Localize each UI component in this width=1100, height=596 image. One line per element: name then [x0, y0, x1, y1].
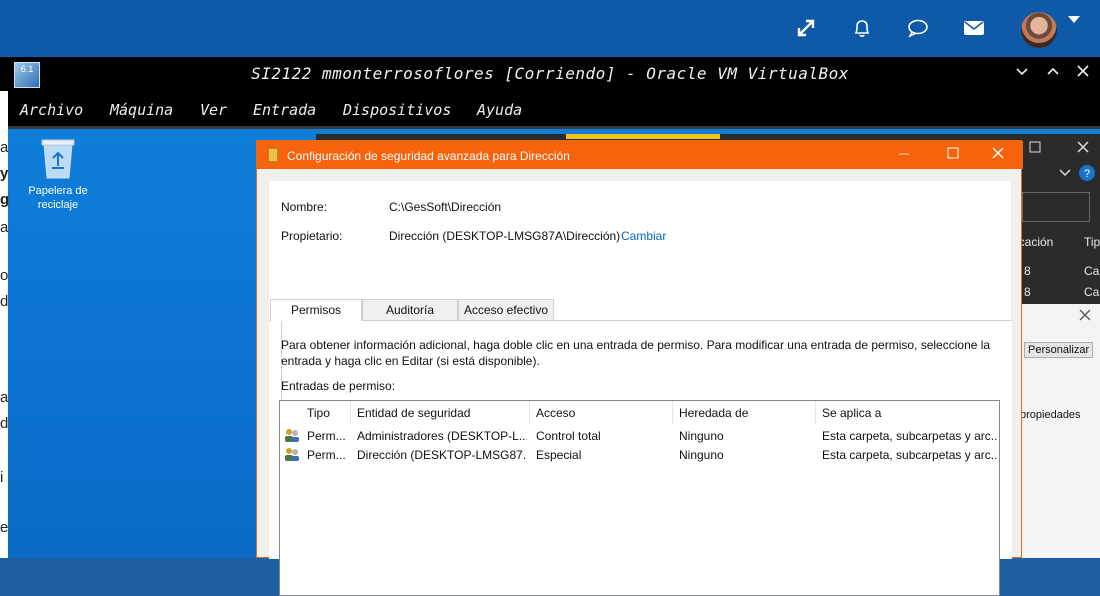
cell-tipo: Perm...	[307, 448, 346, 462]
strip-char: d	[0, 293, 9, 310]
window-title: SI2122 mmonterrosoflores [Corriendo] - O…	[251, 64, 849, 83]
chevron-up-icon[interactable]	[1043, 64, 1063, 84]
menu-maquina[interactable]: Máquina	[110, 101, 173, 119]
expand-icon[interactable]	[792, 14, 820, 42]
dialog-title: Configuración de seguridad avanzada para…	[287, 149, 570, 163]
accent-bar	[566, 134, 720, 139]
bell-icon[interactable]	[848, 14, 876, 42]
strip-char: o	[0, 267, 9, 284]
personalizar-button[interactable]: Personalizar	[1024, 342, 1094, 358]
strip-char: i	[0, 469, 4, 486]
chevron-down-icon[interactable]	[1012, 64, 1032, 84]
propiedades-label: propiedades	[1020, 409, 1081, 421]
column-header-entidad[interactable]: Entidad de seguridad	[351, 401, 530, 425]
cell: 8	[1024, 285, 1031, 299]
strip-char: g	[0, 191, 10, 208]
users-icon	[284, 428, 300, 442]
chevron-down-icon[interactable]	[1068, 16, 1080, 23]
recycle-bin[interactable]: Papelera de reciclaje	[28, 136, 88, 212]
help-icon[interactable]: ?	[1056, 164, 1096, 182]
name-label: Nombre:	[281, 200, 328, 214]
menu-dispositivos[interactable]: Dispositivos	[343, 101, 451, 119]
permission-entries-list[interactable]: Tipo Entidad de seguridad Acceso Heredad…	[279, 400, 1000, 596]
maximize-icon[interactable]	[943, 146, 963, 163]
vbox-title-bar: 6.1 SI2122 mmonterrosoflores [Corriendo]…	[0, 57, 1100, 91]
tab-acceso-efectivo[interactable]: Acceso efectivo	[458, 299, 554, 321]
close-icon[interactable]	[1073, 64, 1093, 84]
mail-icon[interactable]	[960, 14, 988, 42]
menu-entrada[interactable]: Entrada	[253, 101, 316, 119]
background-panel: Personalizar propiedades	[1010, 304, 1100, 558]
cell-aplica: Esta carpeta, subcarpetas y arc...	[822, 429, 997, 443]
cell-tipo: Perm...	[307, 429, 346, 443]
window-controls	[1022, 136, 1100, 158]
svg-text:?: ?	[1084, 168, 1090, 180]
entries-label: Entradas de permiso:	[281, 379, 396, 393]
cell-entidad: Administradores (DESKTOP-L...	[357, 429, 527, 443]
tab-permisos[interactable]: Permisos	[270, 299, 362, 322]
dialog-title-bar: Configuración de seguridad avanzada para…	[257, 141, 1023, 169]
background-page-strip: a y g a o d a d i e	[0, 91, 10, 558]
cell-heredada: Ninguno	[679, 448, 724, 462]
change-owner-link[interactable]: Cambiar	[621, 229, 666, 243]
cell-aplica: Esta carpeta, subcarpetas y arc...	[822, 448, 997, 462]
minimize-icon[interactable]	[894, 146, 914, 163]
lock-icon	[268, 148, 278, 162]
recycle-bin-label: Papelera de reciclaje	[28, 185, 88, 211]
close-icon[interactable]	[988, 146, 1008, 163]
users-icon	[284, 447, 300, 461]
cell-entidad: Dirección (DESKTOP-LMSG87...	[357, 448, 527, 462]
owner-label: Propietario:	[281, 229, 343, 243]
menu-ayuda[interactable]: Ayuda	[477, 101, 522, 119]
cell: 8	[1024, 264, 1031, 278]
strip-char: a	[0, 139, 9, 156]
avatar[interactable]	[1021, 12, 1057, 48]
strip-char: a	[0, 389, 9, 406]
recycle-bin-icon	[39, 136, 77, 180]
security-dialog: Configuración de seguridad avanzada para…	[256, 140, 1023, 596]
cell-acceso: Especial	[536, 448, 582, 462]
strip-char: a	[0, 219, 9, 236]
column-header: Tip	[1084, 235, 1100, 249]
menu-ver[interactable]: Ver	[200, 101, 227, 119]
info-text: Para obtener información adicional, haga…	[281, 338, 991, 368]
cell: Ca	[1084, 285, 1100, 299]
chat-icon[interactable]	[904, 14, 932, 42]
search-input[interactable]	[1022, 192, 1090, 222]
strip-char: y	[0, 165, 9, 182]
column-header-acceso[interactable]: Acceso	[530, 401, 673, 425]
tab-auditoria[interactable]: Auditoría	[362, 299, 458, 321]
dialog-body: Nombre: C:\GesSoft\Dirección Propietario…	[269, 181, 1012, 596]
menu-archivo[interactable]: Archivo	[20, 101, 83, 119]
close-icon[interactable]	[1078, 308, 1092, 327]
cell-heredada: Ninguno	[679, 429, 724, 443]
owner-value: Dirección (DESKTOP-LMSG87A\Dirección)	[389, 229, 621, 243]
name-value: C:\GesSoft\Dirección	[389, 200, 502, 214]
cell: Ca	[1084, 264, 1100, 278]
column-header-tipo[interactable]: Tipo	[301, 401, 351, 425]
top-bar	[0, 0, 1100, 57]
vbox-menu-bar: Archivo Máquina Ver Entrada Dispositivos…	[0, 91, 1100, 126]
column-header-heredada[interactable]: Heredada de	[673, 401, 816, 425]
column-header-aplica[interactable]: Se aplica a	[816, 401, 999, 425]
strip-char: e	[0, 519, 9, 536]
cell-acceso: Control total	[536, 429, 601, 443]
strip-char: d	[0, 415, 9, 432]
